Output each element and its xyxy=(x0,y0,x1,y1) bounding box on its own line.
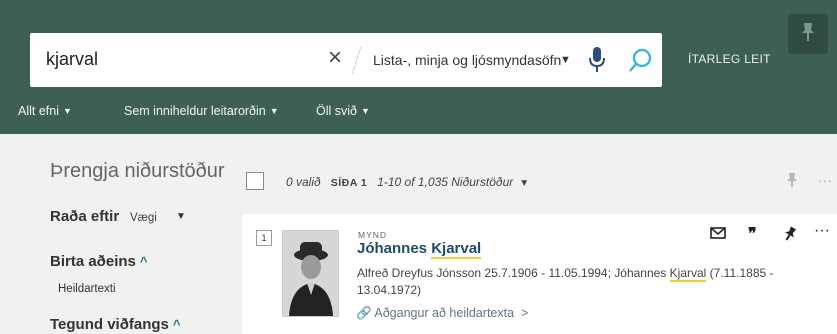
result-card[interactable]: 1 MYND Jóhannes Kjarval Alfreð Dreyfus J… xyxy=(242,214,837,334)
title-prefix: Jóhannes xyxy=(357,240,432,257)
search-header: kjarval × Lista-, minja og ljósmyndasöfn… xyxy=(0,0,837,134)
link-icon: 🔗 xyxy=(356,306,372,320)
advanced-search-link[interactable]: ÍTARLEG LEIT xyxy=(688,52,771,66)
pin-icon xyxy=(802,23,814,41)
filter-label: Öll svið xyxy=(316,104,357,118)
filter-all-content[interactable]: Allt efni ▼ xyxy=(18,104,72,118)
resource-type-header[interactable]: Tegund viðfangs ^ xyxy=(50,316,180,333)
show-only-label: Birta aðeins xyxy=(50,253,136,270)
select-all-checkbox[interactable] xyxy=(246,172,264,190)
pin-button[interactable] xyxy=(788,14,828,54)
facet-fulltext[interactable]: Heildartexti xyxy=(58,283,116,295)
chevron-down-icon[interactable]: ▼ xyxy=(560,54,571,66)
result-title[interactable]: Jóhannes Kjarval xyxy=(357,240,482,259)
pin-icon[interactable] xyxy=(786,172,798,188)
chevron-down-icon: ▼ xyxy=(269,106,279,116)
selected-count: 0 valið xyxy=(286,175,321,189)
resource-type-label: Tegund viðfangs xyxy=(50,316,169,333)
search-scope-select[interactable]: Lista-, minja og ljósmyndasöfn xyxy=(373,52,561,68)
sidebar-title: Þrengja niðurstöður xyxy=(50,160,225,182)
page-indicator: SÍÐA 1 xyxy=(330,177,368,189)
search-input[interactable]: kjarval xyxy=(46,49,98,70)
filter-label: Sem inniheldur leitarorðin xyxy=(124,104,266,118)
microphone-icon[interactable] xyxy=(588,46,606,74)
more-options-icon[interactable]: ··· xyxy=(818,172,832,188)
access-label: Aðgangur að heildartexta xyxy=(374,306,515,320)
divider xyxy=(351,47,362,74)
chevron-right-icon: > xyxy=(517,306,529,320)
pin-icon[interactable] xyxy=(784,226,796,242)
chevron-down-icon: ▼ xyxy=(63,106,72,116)
result-index[interactable]: 1 xyxy=(256,230,272,246)
fulltext-access-link[interactable]: 🔗 Aðgangur að heildartexta > xyxy=(356,306,528,321)
more-options-icon[interactable]: ··· xyxy=(814,222,830,240)
results-count: 0 valið SÍÐA 1 1-10 of 1,035 Niðurstöður… xyxy=(286,175,529,189)
chevron-down-icon: ▼ xyxy=(360,106,370,116)
sort-select[interactable]: Vægi xyxy=(130,212,157,224)
result-type: MYND xyxy=(358,230,388,240)
citation-icon[interactable]: ❞ xyxy=(748,224,757,244)
sort-label: Raða eftir xyxy=(50,208,120,225)
result-actions: ❞ ··· xyxy=(710,222,832,246)
chevron-up-icon: ^ xyxy=(139,254,148,269)
search-box[interactable]: kjarval × Lista-, minja og ljósmyndasöfn… xyxy=(30,33,662,87)
clear-icon[interactable]: × xyxy=(328,46,342,70)
email-icon[interactable] xyxy=(710,226,726,240)
result-thumbnail[interactable] xyxy=(282,230,339,317)
result-description: Alfreð Dreyfus Jónsson 25.7.1906 - 11.05… xyxy=(357,265,792,299)
desc-part: Alfreð Dreyfus Jónsson 25.7.1906 - 11.05… xyxy=(357,266,670,280)
filter-match-type[interactable]: Sem inniheldur leitarorðin ▼ xyxy=(124,104,279,118)
title-highlight: Kjarval xyxy=(431,240,482,259)
chevron-down-icon[interactable]: ▼ xyxy=(176,211,186,222)
chevron-up-icon: ^ xyxy=(172,317,181,332)
filter-label: Allt efni xyxy=(18,104,59,118)
filter-fields[interactable]: Öll svið ▼ xyxy=(316,104,370,118)
filter-bar: Allt efni ▼ Sem inniheldur leitarorðin ▼ Ö… xyxy=(0,104,837,134)
results-range: 1-10 of 1,035 Niðurstöður xyxy=(377,175,514,189)
portrait-image xyxy=(283,231,338,316)
chevron-down-icon[interactable]: ▼ xyxy=(519,178,529,189)
search-icon[interactable] xyxy=(628,47,654,73)
desc-highlight: Kjarval xyxy=(669,266,707,282)
show-only-header[interactable]: Birta aðeins ^ xyxy=(50,253,147,270)
